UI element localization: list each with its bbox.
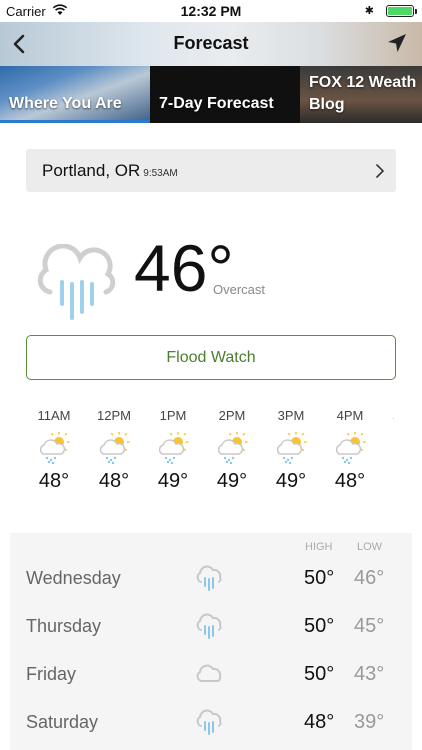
day-high: 50°: [304, 567, 335, 589]
day-row[interactable]: Friday 50° 43°: [10, 651, 412, 699]
hour-time: 11AM: [37, 408, 71, 423]
tab-label: Where You Are: [9, 95, 122, 112]
hourly-item: 2PM 49°: [202, 408, 262, 493]
day-name: Friday: [26, 664, 77, 684]
hour-temp: 49°: [275, 470, 307, 492]
day-row[interactable]: Saturday 48° 39°: [10, 699, 412, 747]
hour-temp: 49°: [157, 470, 189, 492]
hour-time: 4PM: [336, 408, 364, 423]
sun-cloud-rain-icon: [276, 432, 307, 464]
hourly-item: 3PM 49°: [261, 408, 321, 493]
day-high: 50°: [304, 663, 335, 685]
flood-watch-button[interactable]: Flood Watch: [26, 335, 396, 380]
tab-fox12-weather-blog[interactable]: FOX 12 Weath Blog: [300, 66, 422, 123]
sun-cloud-rain-icon: [158, 432, 189, 464]
tab-7-day-forecast[interactable]: 7-Day Forecast: [150, 66, 300, 123]
status-time: 12:32 PM: [180, 3, 242, 19]
hour-time: 12PM: [97, 408, 131, 423]
rain-cloud-icon: [196, 709, 222, 735]
rain-cloud-icon: [196, 565, 222, 591]
hour-time: 3PM: [277, 408, 305, 423]
hourly-item: 12PM 48°: [84, 408, 144, 493]
page-title: Forecast: [173, 33, 249, 53]
sun-cloud-rain-icon: [217, 432, 248, 464]
rain-cloud-icon: [196, 613, 222, 639]
hourly-item: 11AM 48°: [24, 408, 84, 493]
current-condition: Overcast: [213, 282, 266, 297]
tab-label: 7-Day Forecast: [159, 95, 274, 112]
day-high: 50°: [304, 615, 335, 637]
hour-temp: 48°: [98, 470, 130, 492]
day-low: 39°: [354, 711, 385, 733]
location-city: Portland, OR 9:53AM: [42, 161, 178, 180]
hourly-forecast: 11AM 48° 12PM 48° 1PM 49° 2PM 49° 3PM 49…: [0, 408, 422, 508]
hour-temp: 48°: [38, 470, 70, 492]
day-name: Thursday: [26, 616, 102, 636]
sun-cloud-rain-icon: [99, 432, 130, 464]
battery-icon: [386, 5, 417, 17]
location-selector[interactable]: Portland, OR 9:53AM: [26, 149, 396, 192]
day-high: 48°: [304, 711, 335, 733]
daily-forecast: HIGH LOW Wednesday 50° 46° Thursday 50° …: [10, 533, 412, 750]
status-bar: Carrier 12:32 PM ✱: [0, 0, 422, 22]
active-tab-indicator: [0, 120, 150, 123]
location-time: 9:53AM: [143, 168, 178, 179]
hourly-item: 1PM 49°: [143, 408, 203, 493]
day-name: Wednesday: [26, 568, 121, 588]
hourly-scroll-hint: ·: [392, 414, 395, 423]
tab-bar: Where You Are 7-Day Forecast FOX 12 Weat…: [0, 66, 422, 123]
low-header: LOW: [357, 541, 383, 553]
high-header: HIGH: [305, 541, 333, 553]
location-arrow-icon[interactable]: [386, 32, 408, 54]
hour-time: 2PM: [218, 408, 246, 423]
day-low: 43°: [354, 663, 385, 685]
day-low: 45°: [354, 615, 385, 637]
day-low: 46°: [354, 567, 385, 589]
hourly-item: 4PM 48°: [320, 408, 380, 493]
rain-cloud-icon: [37, 244, 116, 320]
day-row[interactable]: Wednesday 50° 46°: [10, 555, 412, 603]
hour-temp: 49°: [216, 470, 248, 492]
cloud-icon: [196, 664, 222, 682]
bluetooth-icon: ✱: [364, 5, 374, 17]
day-name: Saturday: [26, 712, 99, 732]
sun-cloud-rain-icon: [39, 432, 70, 464]
hour-temp: 48°: [334, 470, 366, 492]
tab-where-you-are[interactable]: Where You Are: [0, 66, 150, 123]
tab-label: FOX 12 Weath Blog: [309, 74, 417, 113]
nav-bar: Forecast: [0, 22, 422, 66]
day-row[interactable]: Thursday 50° 45°: [10, 603, 412, 651]
chevron-right-icon: [376, 164, 385, 178]
sun-cloud-rain-icon: [335, 432, 366, 464]
hour-time: 1PM: [159, 408, 187, 423]
